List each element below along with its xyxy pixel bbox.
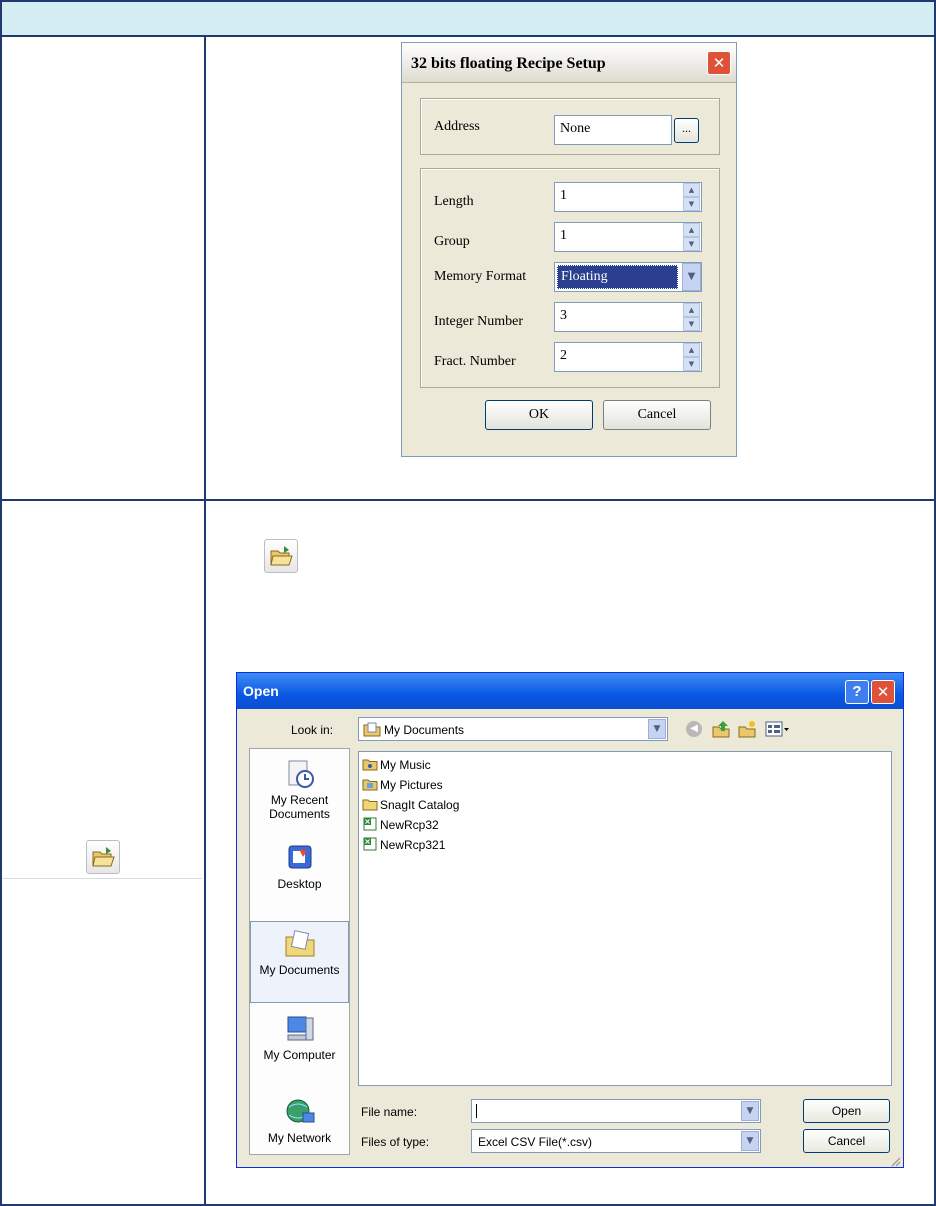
integer-number-spinner[interactable]: ▲ ▼ — [683, 303, 700, 331]
group-field[interactable]: 1 — [554, 222, 702, 252]
folder-icon — [362, 799, 378, 811]
integer-number-label: Integer Number — [434, 314, 524, 329]
my-documents-icon — [285, 930, 314, 957]
close-icon[interactable]: ✕ — [707, 51, 731, 75]
recipe-setup-dialog: 32 bits floating Recipe Setup ✕ Address … — [401, 42, 737, 457]
length-label: Length — [434, 194, 474, 209]
place-label: Desktop — [277, 877, 322, 891]
chevron-down-icon[interactable]: ▼ — [741, 1131, 759, 1151]
place-label: My Recent Documents — [269, 793, 330, 821]
place-desktop[interactable]: Desktop — [250, 843, 349, 891]
place-my-recent-documents[interactable]: My Recent Documents — [250, 759, 349, 821]
close-icon[interactable]: ✕ — [871, 680, 895, 704]
spin-up-icon[interactable]: ▲ — [683, 303, 700, 317]
csv-file-icon — [363, 817, 377, 831]
address-browse-button[interactable]: ... — [674, 118, 699, 143]
chevron-down-icon[interactable]: ▼ — [741, 1101, 759, 1121]
place-my-network[interactable]: My Network — [250, 1097, 349, 1145]
file-name-label: File name: — [361, 1105, 418, 1119]
place-my-documents[interactable]: My Documents — [250, 929, 349, 977]
length-spinner[interactable]: ▲ ▼ — [683, 183, 700, 211]
list-item[interactable]: NewRcp32 — [362, 817, 439, 835]
fract-number-field[interactable]: 2 — [554, 342, 702, 372]
list-item[interactable]: My Music — [362, 757, 431, 775]
fract-number-label: Fract. Number — [434, 354, 516, 369]
group-label: Group — [434, 234, 470, 249]
recipe-dialog-title: 32 bits floating Recipe Setup — [411, 55, 606, 72]
open-button[interactable]: Open — [803, 1099, 890, 1123]
chevron-down-icon[interactable]: ▼ — [648, 719, 666, 739]
my-network-icon — [286, 1099, 314, 1123]
files-of-type-value: Excel CSV File(*.csv) — [478, 1135, 593, 1149]
open-dialog-titlebar: Open ? ✕ — [237, 673, 903, 709]
look-in-label: Look in: — [291, 723, 334, 737]
open-folder-icon[interactable] — [86, 840, 120, 874]
up-folder-icon[interactable] — [711, 719, 731, 739]
folder-music-icon — [362, 759, 378, 771]
place-label: My Network — [267, 1131, 332, 1145]
table-header-row — [2, 2, 934, 37]
spin-down-icon[interactable]: ▼ — [683, 317, 700, 331]
address-field[interactable]: None — [554, 115, 672, 145]
resize-grip-icon[interactable] — [889, 1155, 901, 1167]
cell-divider — [2, 878, 202, 879]
spin-up-icon[interactable]: ▲ — [683, 183, 700, 197]
place-label: My Documents — [259, 963, 340, 977]
chevron-down-icon[interactable]: ▼ — [682, 263, 701, 291]
files-of-type-label: Files of type: — [361, 1135, 430, 1149]
address-label: Address — [434, 119, 480, 134]
files-of-type-select[interactable]: Excel CSV File(*.csv) ▼ — [471, 1129, 761, 1153]
spin-down-icon[interactable]: ▼ — [683, 237, 700, 251]
places-bar: My Recent Documents Desktop My Documents… — [249, 748, 350, 1155]
file-name-input[interactable]: ▼ — [471, 1099, 761, 1123]
place-label: My Computer — [263, 1048, 336, 1062]
memory-format-label: Memory Format — [434, 269, 527, 284]
column-divider — [204, 37, 206, 1206]
recipe-dialog-titlebar: 32 bits floating Recipe Setup ✕ — [402, 43, 736, 83]
open-dialog-title: Open — [243, 683, 279, 699]
spin-up-icon[interactable]: ▲ — [683, 223, 700, 237]
fract-number-spinner[interactable]: ▲ ▼ — [683, 343, 700, 371]
integer-number-field[interactable]: 3 — [554, 302, 702, 332]
cancel-button[interactable]: Cancel — [603, 400, 711, 430]
open-folder-icon[interactable] — [264, 539, 298, 573]
look-in-value: My Documents — [384, 723, 465, 737]
text-cursor — [476, 1104, 477, 1118]
csv-file-icon — [363, 837, 377, 851]
format-group: Length 1 ▲ ▼ Group 1 ▲ ▼ Memory Format Flo… — [420, 168, 720, 388]
cancel-button[interactable]: Cancel — [803, 1129, 890, 1153]
list-item[interactable]: NewRcp321 — [362, 837, 445, 855]
group-spinner[interactable]: ▲ ▼ — [683, 223, 700, 251]
address-group: Address None ... — [420, 98, 720, 155]
length-field[interactable]: 1 — [554, 182, 702, 212]
views-menu-icon[interactable] — [765, 720, 791, 738]
memory-format-select[interactable]: Floating ▼ — [554, 262, 702, 292]
list-item[interactable]: My Pictures — [362, 777, 443, 795]
row-divider — [2, 499, 934, 501]
list-item[interactable]: SnagIt Catalog — [362, 797, 459, 815]
memory-format-value: Floating — [557, 265, 678, 289]
new-folder-icon[interactable] — [737, 719, 757, 739]
place-my-computer[interactable]: My Computer — [250, 1014, 349, 1062]
back-icon[interactable]: ◀ — [686, 721, 702, 737]
spin-up-icon[interactable]: ▲ — [683, 343, 700, 357]
spin-down-icon[interactable]: ▼ — [683, 357, 700, 371]
my-documents-small-icon — [363, 722, 381, 737]
desktop-icon — [288, 845, 311, 869]
help-icon[interactable]: ? — [845, 680, 869, 704]
spin-down-icon[interactable]: ▼ — [683, 197, 700, 211]
look-in-select[interactable]: My Documents ▼ — [358, 717, 668, 741]
my-computer-icon — [287, 1016, 313, 1041]
ok-button[interactable]: OK — [485, 400, 593, 430]
open-file-dialog: Open ? ✕ Look in: My Documents ▼ ◀ My Re… — [236, 672, 904, 1168]
recent-documents-icon — [288, 760, 314, 788]
folder-pictures-icon — [362, 779, 378, 791]
file-list[interactable]: My Music My Pictures SnagIt Catalog NewR… — [358, 751, 892, 1086]
